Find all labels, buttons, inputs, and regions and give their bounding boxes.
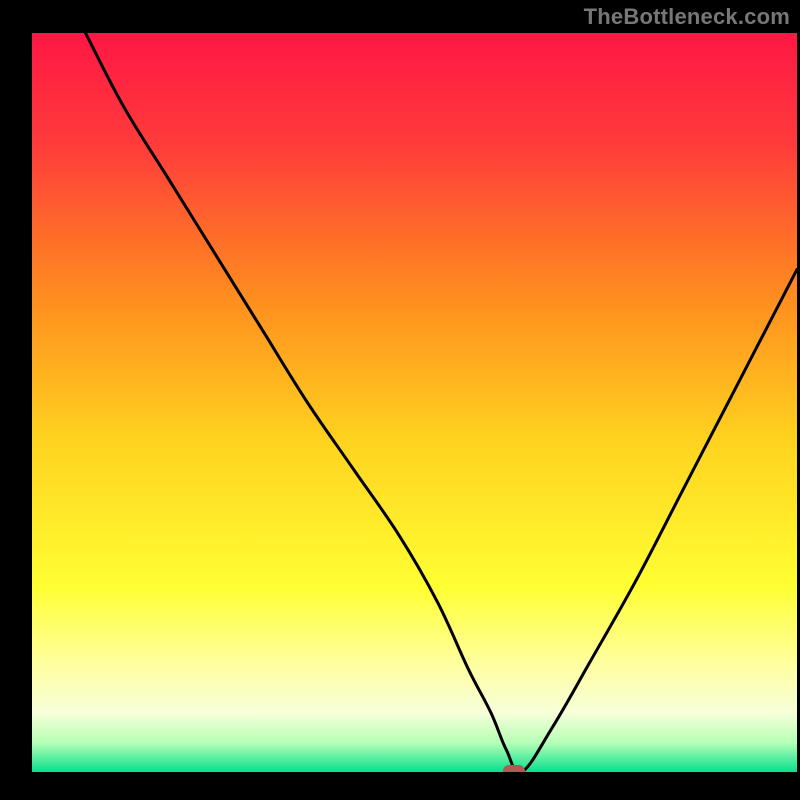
chart-svg bbox=[0, 0, 800, 800]
optimal-point-marker bbox=[503, 765, 525, 777]
watermark-label: TheBottleneck.com bbox=[584, 4, 790, 30]
chart-frame: TheBottleneck.com bbox=[0, 0, 800, 800]
